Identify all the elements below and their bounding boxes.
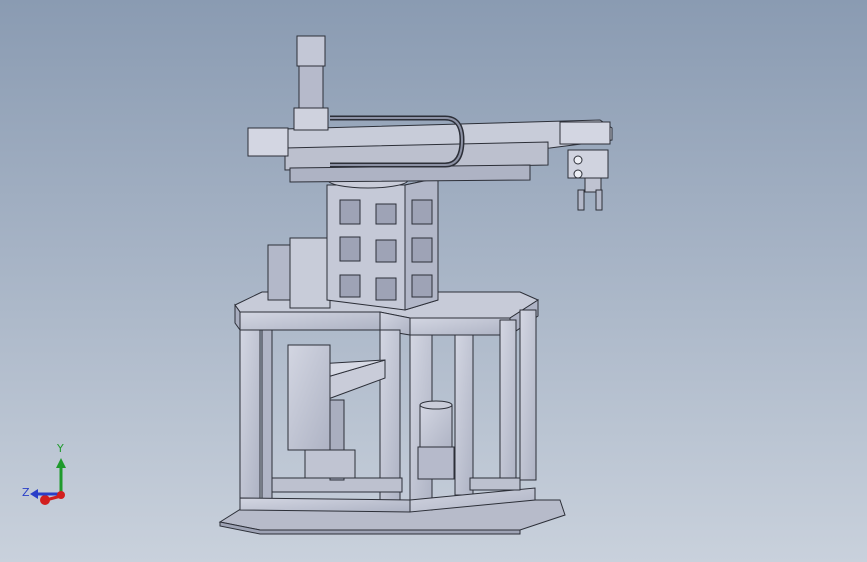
y-axis-arrow-icon [56, 458, 66, 494]
robot-gantry-model[interactable] [0, 0, 867, 562]
arm-motor [293, 35, 329, 131]
gripper [567, 149, 609, 211]
z-axis-label: Z [22, 486, 30, 499]
column-windows [339, 199, 433, 301]
side-plates [267, 237, 331, 451]
coordinate-triad [18, 440, 74, 512]
triad-origin-icon [57, 491, 65, 499]
cad-viewport[interactable]: Y Z [0, 0, 867, 562]
y-axis-label: Y [57, 442, 64, 455]
lift-motor [417, 400, 455, 480]
